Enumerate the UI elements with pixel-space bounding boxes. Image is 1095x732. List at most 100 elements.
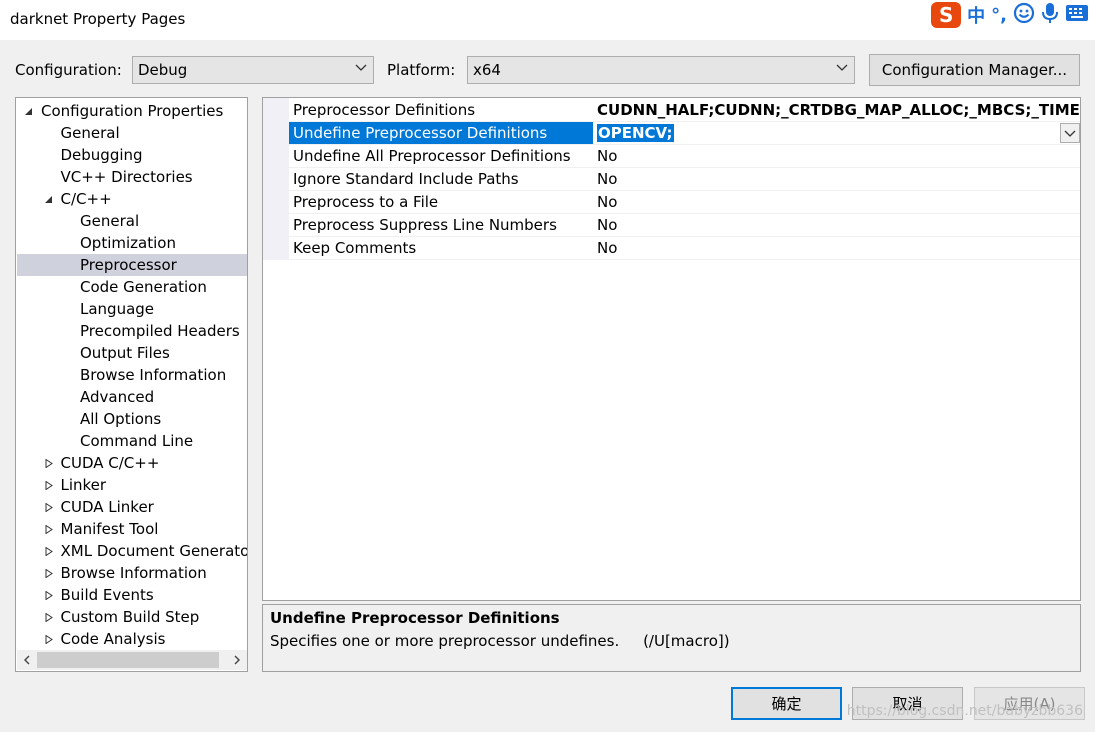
tree-item[interactable]: Linker [17,474,247,496]
tree-item[interactable]: Code Analysis [17,628,247,650]
tree-item[interactable]: Precompiled Headers [17,320,247,342]
description-panel: Undefine Preprocessor Definitions Specif… [262,604,1081,672]
tree-item[interactable]: Build Events [17,584,247,606]
property-row[interactable]: Undefine All Preprocessor Definitions No [289,145,1080,168]
tree-item-label: Code Generation [80,278,207,296]
tree-item[interactable]: Browse Information [17,562,247,584]
tree-item-label: Optimization [80,234,176,252]
property-name: Preprocess to a File [293,193,439,211]
collapsed-triangle-icon[interactable] [45,547,53,556]
collapsed-triangle-icon[interactable] [45,569,53,578]
collapsed-triangle-icon[interactable] [45,459,53,468]
value-dropdown-button[interactable] [1060,123,1080,143]
property-name: Ignore Standard Include Paths [293,170,519,188]
tree-item-label: Debugging [60,146,143,164]
property-value-text: No [597,193,618,211]
platform-value: x64 [473,61,501,79]
collapsed-triangle-icon[interactable] [45,613,53,622]
platform-dropdown[interactable]: x64 [467,56,855,84]
property-row[interactable]: Preprocess to a File No [289,191,1080,214]
tree-item[interactable]: General [17,122,247,144]
property-value-text: OPENCV; [597,124,674,142]
collapsed-triangle-icon[interactable] [45,635,53,644]
tree-item[interactable]: CUDA Linker [17,496,247,518]
property-row[interactable]: Preprocess Suppress Line Numbers No [289,214,1080,237]
configuration-dropdown[interactable]: Debug [132,56,374,84]
chevron-down-icon [836,64,848,71]
smile-icon[interactable] [1013,2,1035,28]
tree-horizontal-scrollbar[interactable] [17,650,247,670]
tree-item[interactable]: Output Files [17,342,247,364]
property-row[interactable]: Ignore Standard Include Paths No [289,168,1080,191]
tree-item-label: Browse Information [80,366,227,384]
tree-item-label: Manifest Tool [60,520,159,538]
collapsed-triangle-icon[interactable] [45,525,53,534]
tree-item-label: Linker [60,476,107,494]
tree-item[interactable]: Command Line [17,430,247,452]
tree-item-label: Advanced [80,388,155,406]
chevron-left-icon[interactable] [23,655,31,665]
tree-item[interactable]: Configuration Properties [17,100,247,122]
tree-item-label: Configuration Properties [41,102,224,120]
mic-icon[interactable] [1041,2,1059,28]
ime-toolbar: S 中 °, [931,2,1089,28]
tree-item[interactable]: CUDA C/C++ [17,452,247,474]
keyboard-icon[interactable] [1065,3,1089,27]
chevron-right-icon[interactable] [233,655,241,665]
expanded-triangle-icon[interactable] [25,107,33,116]
tree-item-label: Preprocessor [80,256,177,274]
tree-item[interactable]: Custom Build Step [17,606,247,628]
tree-item[interactable]: Language [17,298,247,320]
ime-punctuation-toggle[interactable]: °, [991,5,1007,26]
property-value[interactable]: No [597,214,1080,236]
property-value[interactable]: No [597,191,1080,213]
tree-item-label: CUDA C/C++ [60,454,160,472]
property-row[interactable]: Keep Comments No [289,237,1080,260]
property-row[interactable]: Undefine Preprocessor Definitions OPENCV; [289,122,1080,145]
property-row[interactable]: Preprocessor Definitions CUDNN_HALF;CUDNN… [289,99,1081,122]
property-name: Preprocess Suppress Line Numbers [293,216,557,234]
property-value-text: CUDNN_HALF;CUDNN;_CRTDBG_MAP_ALLOC;_MBCS… [597,101,1081,119]
property-value-text: No [597,170,618,188]
property-grid[interactable]: Preprocessor Definitions CUDNN_HALF;CUDNN… [262,97,1081,601]
tree-item[interactable]: Code Generation [17,276,247,298]
property-value-text: No [597,216,618,234]
tree-item-label: All Options [80,410,162,428]
collapsed-triangle-icon[interactable] [45,481,53,490]
tree-item[interactable]: VC++ Directories [17,166,247,188]
tree-item[interactable]: C/C++ [17,188,247,210]
scrollbar-thumb[interactable] [37,652,219,668]
tree-item[interactable]: Advanced [17,386,247,408]
sogou-logo-icon[interactable]: S [931,2,962,28]
tree-item[interactable]: Optimization [17,232,247,254]
tree-item[interactable]: General [17,210,247,232]
ok-button[interactable]: 确定 [731,687,842,720]
ime-language-toggle[interactable]: 中 [967,2,985,28]
tree-item[interactable]: Preprocessor [17,254,247,276]
configuration-manager-button[interactable]: Configuration Manager... [869,54,1080,86]
tree-item[interactable]: Browse Information [17,364,247,386]
tree-item[interactable]: Debugging [17,144,247,166]
platform-label: Platform: [387,61,456,79]
expanded-triangle-icon[interactable] [44,195,53,204]
tree-item[interactable]: All Options [17,408,247,430]
property-value[interactable]: OPENCV; [597,122,1080,144]
tree-item-label: Command Line [80,432,194,450]
configuration-label: Configuration: [15,61,122,79]
tree-item-label: CUDA Linker [60,498,154,516]
collapsed-triangle-icon[interactable] [45,503,53,512]
property-value[interactable]: CUDNN_HALF;CUDNN;_CRTDBG_MAP_ALLOC;_MBCS… [597,99,1081,121]
chevron-down-icon [1064,130,1076,137]
tree-item[interactable]: Manifest Tool [17,518,247,540]
property-value[interactable]: No [597,145,1080,167]
property-name: Undefine All Preprocessor Definitions [293,147,571,165]
property-value[interactable]: No [597,237,1080,259]
property-tree[interactable]: Configuration Properties General Debugging… [15,97,248,672]
tree-item[interactable]: XML Document Generato [17,540,247,562]
collapsed-triangle-icon[interactable] [45,591,53,600]
property-value-text: No [597,239,618,257]
tree-item-label: Precompiled Headers [80,322,240,340]
property-value[interactable]: No [597,168,1080,190]
tree-item-label: Code Analysis [60,630,166,648]
configuration-value: Debug [138,61,188,79]
